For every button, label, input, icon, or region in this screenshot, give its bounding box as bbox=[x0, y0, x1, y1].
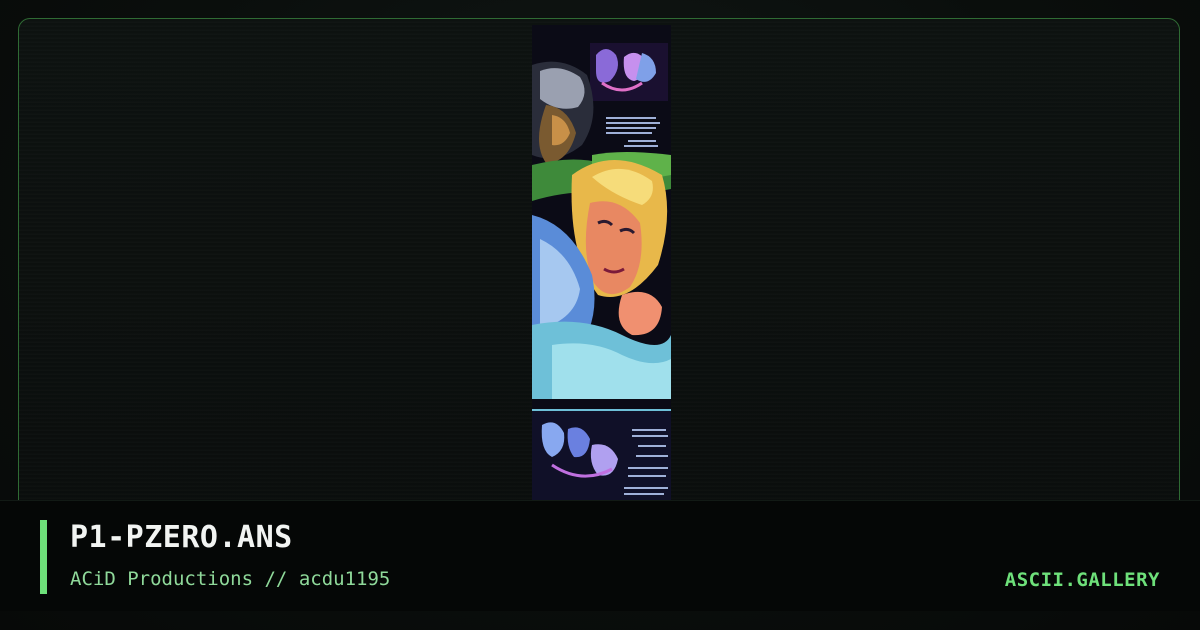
artwork-title: P1-PZERO.ANS bbox=[70, 520, 293, 555]
caption-bar bbox=[0, 500, 1200, 611]
artwork-credits: ACiD Productions // acdu1195 bbox=[70, 568, 390, 590]
site-brand-link[interactable]: ASCII.GALLERY bbox=[1005, 569, 1160, 591]
ansi-art-thumbnail-icon bbox=[532, 25, 671, 505]
artwork-preview-image[interactable] bbox=[532, 25, 671, 505]
credit-separator: // bbox=[264, 568, 288, 590]
accent-bar bbox=[40, 520, 47, 594]
group-name[interactable]: ACiD Productions bbox=[70, 568, 253, 590]
pack-name[interactable]: acdu1195 bbox=[299, 568, 391, 590]
